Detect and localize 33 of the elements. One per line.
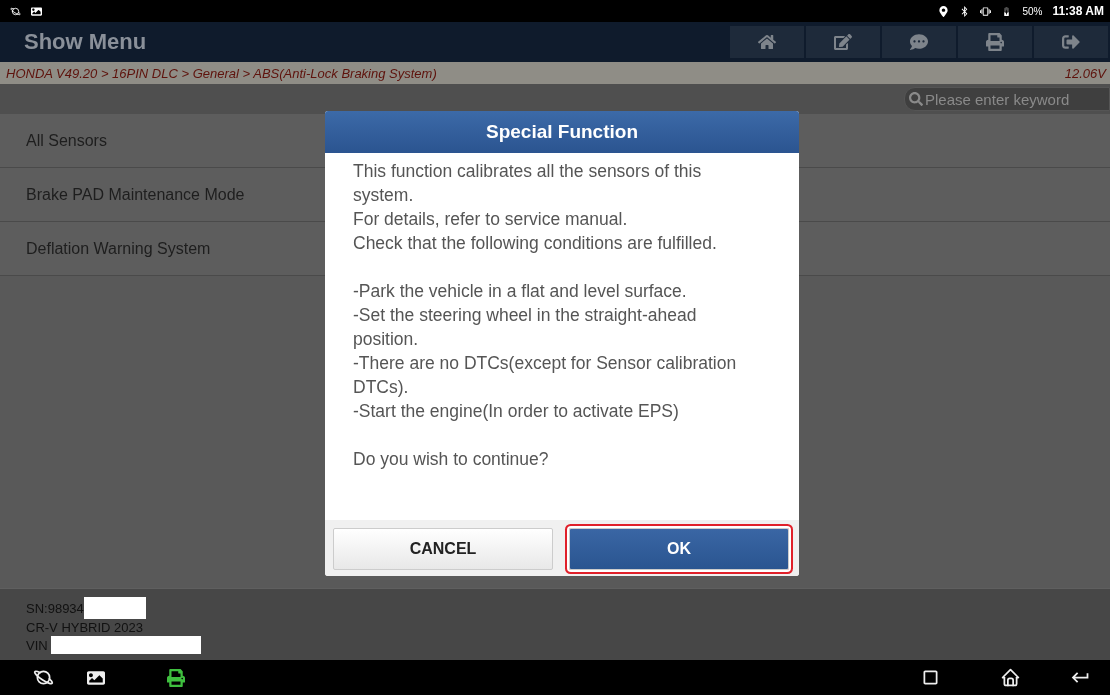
page-title: Show Menu	[24, 29, 148, 55]
vibrate-icon	[980, 5, 992, 17]
home-button[interactable]	[730, 26, 804, 58]
dialog-text: -Set the steering wheel in the straight-ahead position.	[353, 304, 698, 351]
print-button[interactable]	[958, 26, 1032, 58]
dialog-text: Check that the following conditions are fulfilled.	[353, 232, 718, 255]
chat-icon	[910, 33, 928, 51]
image-icon	[31, 5, 42, 17]
dialog-title: Special Function	[325, 111, 799, 153]
dialog-text: -Start the engine(In order to activate EPS)	[353, 400, 680, 423]
redaction-block	[83, 597, 146, 619]
exit-button[interactable]	[1034, 26, 1108, 58]
home-icon	[758, 33, 776, 51]
dialog-text: Do you wish to continue?	[353, 448, 550, 471]
exit-icon	[1062, 33, 1080, 51]
cancel-button[interactable]: CANCEL	[333, 528, 553, 570]
print-icon	[986, 33, 1004, 51]
search-icon	[909, 92, 923, 106]
dialog-text: -There are no DTCs(except for Sensor calibration DTCs).	[353, 352, 738, 399]
location-icon	[938, 5, 950, 17]
voltage-reading: 12.06V	[1064, 65, 1106, 81]
home-icon[interactable]	[999, 667, 1021, 688]
dialog-text: For details, refer to service manual.	[353, 208, 629, 231]
edit-icon	[834, 33, 852, 51]
dialog-text: -Park the vehicle in a flat and level surface.	[353, 280, 688, 303]
breadcrumb: HONDA V49.20 > 16PIN DLC > General > ABS(Anti-Lock Braking System)	[6, 65, 437, 81]
app-icon	[10, 5, 21, 17]
dialog-text: This function calibrates all the sensors of this system.	[353, 160, 703, 207]
gallery-icon[interactable]	[87, 668, 105, 687]
clock: 11:38 AM	[1052, 4, 1104, 18]
edit-button[interactable]	[806, 26, 880, 58]
battery-percent: 50%	[1022, 5, 1043, 17]
chat-button[interactable]	[882, 26, 956, 58]
